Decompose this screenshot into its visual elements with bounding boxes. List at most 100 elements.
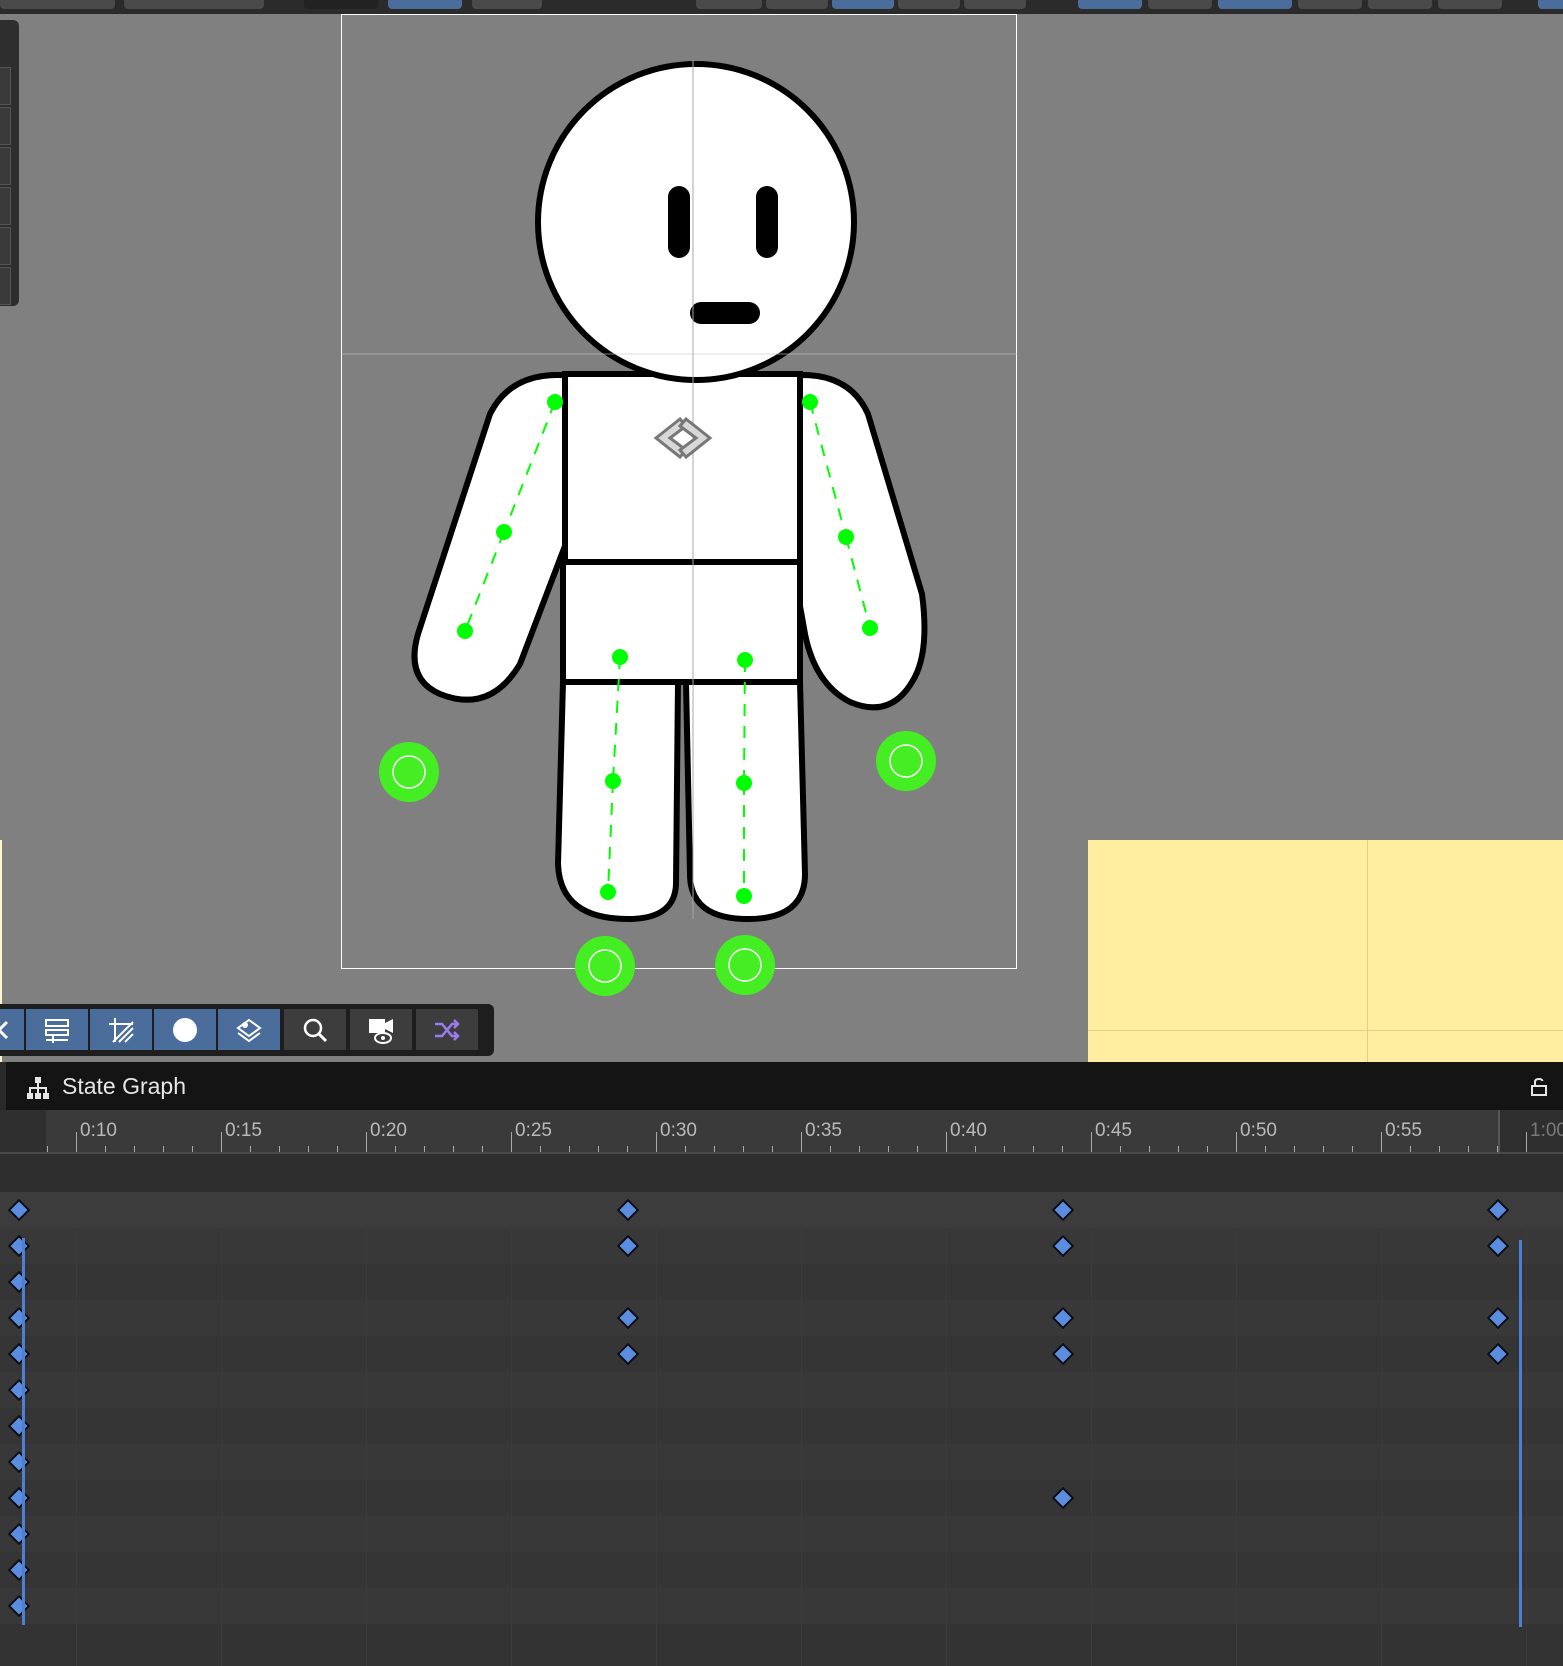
bone-joint[interactable] (838, 529, 854, 545)
shuffle-button[interactable] (416, 1009, 478, 1050)
ruler-minor-tick (1120, 1146, 1121, 1152)
toolbar-button[interactable] (1078, 0, 1142, 9)
bone-joint[interactable] (736, 888, 752, 904)
keyframe-track[interactable] (0, 1408, 1563, 1444)
timeline-header-row (0, 1154, 1563, 1192)
toolbar-button[interactable] (1368, 0, 1432, 9)
bone-joint[interactable] (600, 884, 616, 900)
ruler-minor-tick (250, 1146, 251, 1152)
toolbar-button[interactable] (0, 0, 115, 9)
left-leg[interactable] (554, 679, 682, 923)
search-icon (303, 1018, 328, 1042)
bone-joint[interactable] (737, 652, 753, 668)
zoom-button[interactable] (284, 1009, 346, 1050)
keyframe-track[interactable] (0, 1552, 1563, 1588)
ruler-minor-tick (1149, 1146, 1150, 1152)
ruler-minor-tick (482, 1146, 483, 1152)
ruler-major-tick (1526, 1132, 1527, 1152)
keyframe-track[interactable] (0, 1480, 1563, 1516)
ruler-minor-tick (1352, 1146, 1353, 1152)
panel-title[interactable]: State Graph (62, 1073, 186, 1100)
layers-button[interactable] (218, 1009, 280, 1050)
toolbar-button[interactable] (964, 0, 1026, 9)
right-eye (756, 186, 778, 258)
collapse-icon (0, 1020, 9, 1039)
ruler-minor-tick (1323, 1146, 1324, 1152)
sticky-note[interactable] (1088, 840, 1563, 1062)
layers-icon (236, 1018, 262, 1042)
toolbar-button[interactable] (1538, 0, 1563, 9)
bone-joint[interactable] (457, 623, 473, 639)
snap-button[interactable] (90, 1009, 152, 1050)
toolbar-button[interactable] (832, 0, 894, 9)
ruler-minor-tick (1033, 1146, 1034, 1152)
bone-joint[interactable] (605, 773, 621, 789)
camera-view-button[interactable] (350, 1009, 412, 1050)
camera-view-icon (369, 1018, 393, 1044)
toolbar-button[interactable] (1438, 0, 1502, 9)
bone-joint[interactable] (612, 649, 628, 665)
head[interactable] (535, 61, 857, 383)
right-leg[interactable] (682, 679, 809, 923)
keyframe-track[interactable] (0, 1336, 1563, 1372)
state-graph-header: State Graph (0, 1062, 1563, 1110)
work-area-end-marker[interactable] (1519, 1240, 1522, 1627)
toolbar-button[interactable] (766, 0, 828, 9)
ruler-minor-tick (1207, 1146, 1208, 1152)
toolbar-button[interactable] (472, 0, 542, 9)
summary-track[interactable] (0, 1192, 1563, 1228)
keyframe-track[interactable] (0, 1588, 1563, 1624)
hips[interactable] (560, 559, 803, 685)
ik-target-left-foot[interactable] (575, 936, 635, 996)
work-area-start-marker[interactable] (22, 1238, 25, 1625)
keyframe-tracks[interactable] (0, 1110, 1563, 1666)
bone-joint[interactable] (802, 394, 818, 410)
ruler-minor-tick (1178, 1146, 1179, 1152)
collapse-button[interactable] (0, 1009, 24, 1050)
ik-target-right-hand[interactable] (876, 731, 936, 791)
keyframe-track[interactable] (0, 1228, 1563, 1264)
toolbar-button[interactable] (304, 0, 378, 9)
torso[interactable] (562, 371, 803, 565)
ik-target-right-foot[interactable] (715, 935, 775, 995)
toolbar-button[interactable] (124, 0, 264, 9)
ruler-tick-label: 0:45 (1095, 1120, 1132, 1141)
keyframe-track[interactable] (0, 1372, 1563, 1408)
ruler-major-tick (656, 1132, 657, 1152)
ruler-minor-tick (1004, 1146, 1005, 1152)
bone-joint[interactable] (736, 775, 752, 791)
ruler-tick-label: 0:50 (1240, 1120, 1277, 1141)
toolbar-button[interactable] (898, 0, 960, 9)
ruler-minor-tick (47, 1146, 48, 1152)
ruler-minor-tick (105, 1146, 106, 1152)
keyframe-track[interactable] (0, 1300, 1563, 1336)
toolbar-button[interactable] (388, 0, 462, 9)
ruler-minor-tick (279, 1146, 280, 1152)
keyframe-track[interactable] (0, 1264, 1563, 1300)
properties-button[interactable] (26, 1009, 88, 1050)
ruler-tick-label: 0:25 (515, 1120, 552, 1141)
canvas-toolbar (0, 1004, 494, 1056)
toolbar-button[interactable] (1218, 0, 1292, 9)
ik-target-left-hand[interactable] (379, 742, 439, 802)
toolbar-button[interactable] (1148, 0, 1212, 9)
bone-joint[interactable] (547, 394, 563, 410)
toolbar-button[interactable] (1298, 0, 1362, 9)
ruler-minor-tick (308, 1146, 309, 1152)
keyframe-track[interactable] (0, 1444, 1563, 1480)
ruler-minor-tick (714, 1146, 715, 1152)
canvas-viewport[interactable] (0, 14, 1563, 1062)
ruler-minor-tick (627, 1146, 628, 1152)
bone-joint[interactable] (496, 524, 512, 540)
ruler-tick-label: 1:00 (1530, 1120, 1563, 1141)
unlock-icon[interactable] (1530, 1078, 1548, 1096)
toolbar-button[interactable] (696, 0, 762, 9)
keyframe-track[interactable] (0, 1516, 1563, 1552)
left-eye (668, 186, 690, 258)
fill-button[interactable] (154, 1009, 216, 1050)
ruler-tick-label: 0:30 (660, 1120, 697, 1141)
timeline-ruler[interactable]: 0:10 0:15 0:20 0:25 0:30 0:35 0:40 0:45 0:50 0:55… (0, 1110, 1563, 1154)
bone-joint[interactable] (862, 620, 878, 636)
ruler-major-tick (221, 1132, 222, 1152)
ruler-major-tick (511, 1132, 512, 1152)
